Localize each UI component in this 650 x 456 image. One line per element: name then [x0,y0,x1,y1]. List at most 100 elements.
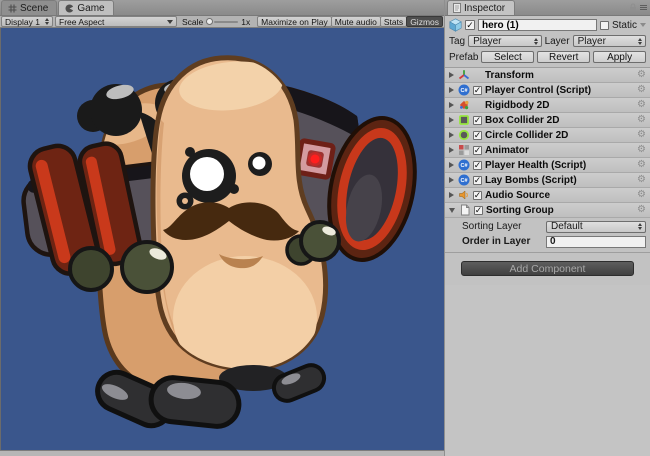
right-eye [248,152,272,176]
component-row-rigidbody-2d[interactable]: Rigidbody 2D ⚙ [445,98,650,113]
sorting-layer-dropdown[interactable]: Default [546,221,646,233]
component-row-sorting-group[interactable]: ✓ Sorting Group ⚙ [445,203,650,218]
prefab-revert-button[interactable]: Revert [537,51,590,63]
display-dropdown[interactable]: Display 1 [1,16,53,27]
updown-arrows-icon [638,38,642,45]
add-component-button[interactable]: Add Component [461,261,634,276]
tag-dropdown[interactable]: Player [468,35,541,47]
layer-dropdown[interactable]: Player [573,35,646,47]
order-in-layer-field[interactable]: 0 [546,236,646,248]
check-icon: ✓ [466,21,474,30]
scale-slider: Scale 1x [182,17,250,27]
component-row-animator[interactable]: ✓ Animator ⚙ [445,143,650,158]
rigidbody-2d-icon [457,99,470,112]
active-checkbox[interactable]: ✓ [465,20,475,30]
component-row-player-control[interactable]: C# ✓ Player Control (Script) ⚙ [445,83,650,98]
scale-slider-track[interactable] [214,21,238,23]
updown-arrows-icon [638,223,642,230]
game-viewport[interactable] [0,28,444,450]
prefab-apply-button[interactable]: Apply [593,51,646,63]
component-enabled-checkbox[interactable]: ✓ [473,146,482,155]
foldout-arrow-icon[interactable] [449,102,454,108]
menu-icon[interactable] [640,5,647,10]
foldout-arrow-icon[interactable] [449,132,454,138]
prefab-row: Prefab Select Revert Apply [449,50,646,64]
stats-button[interactable]: Stats [380,16,407,27]
gear-icon[interactable]: ⚙ [637,190,646,200]
chevron-down-icon [167,20,173,24]
component-enabled-checkbox[interactable]: ✓ [473,86,482,95]
tab-inspector[interactable]: Inspector [447,0,515,15]
gear-icon[interactable]: ⚙ [637,115,646,125]
foldout-arrow-icon[interactable] [449,192,454,198]
gear-icon[interactable]: ⚙ [637,175,646,185]
component-enabled-checkbox[interactable]: ✓ [473,116,482,125]
component-row-box-collider-2d[interactable]: ✓ Box Collider 2D ⚙ [445,113,650,128]
scale-slider-knob[interactable] [206,18,213,25]
check-icon: ✓ [474,86,482,95]
tag-layer-row: Tag Player Layer Player [449,34,646,48]
static-label: Static [612,20,637,31]
check-icon: ✓ [474,131,482,140]
aspect-dropdown[interactable]: Free Aspect [55,16,177,27]
gameobject-name-field[interactable]: hero (1) [478,19,597,31]
component-enabled-checkbox[interactable]: ✓ [473,176,482,185]
foldout-arrow-icon[interactable] [449,177,454,183]
check-icon: ✓ [474,191,482,200]
component-row-transform[interactable]: Transform ⚙ [445,68,650,83]
static-dropdown-icon[interactable] [640,23,646,27]
game-tabbar: Scene Game [0,0,444,16]
tab-scene[interactable]: Scene [1,0,57,15]
mute-audio-button[interactable]: Mute audio [331,16,381,27]
component-enabled-checkbox[interactable]: ✓ [473,131,482,140]
tab-game-label: Game [77,3,104,14]
scale-label: Scale [182,17,203,27]
display-dropdown-value: Display 1 [5,17,40,27]
foldout-arrow-icon[interactable] [449,208,455,213]
component-row-player-health[interactable]: C# ✓ Player Health (Script) ⚙ [445,158,650,173]
foldout-arrow-icon[interactable] [449,117,454,123]
foldout-arrow-icon[interactable] [449,87,454,93]
inspector-panel: Inspector ✓ hero (1) Static [444,0,650,456]
lock-icon[interactable] [629,3,637,12]
component-row-audio-source[interactable]: ✓ Audio Source ⚙ [445,188,650,203]
gear-icon[interactable]: ⚙ [637,70,646,80]
gizmos-button[interactable]: Gizmos [406,16,443,27]
component-enabled-checkbox[interactable]: ✓ [473,161,482,170]
inspector-tabbar: Inspector [445,0,650,16]
transform-icon [457,69,470,82]
order-in-layer-label: Order in Layer [462,236,542,247]
component-row-lay-bombs[interactable]: C# ✓ Lay Bombs (Script) ⚙ [445,173,650,188]
bazooka-emblem [296,140,333,177]
foldout-arrow-icon[interactable] [449,147,454,153]
check-icon: ✓ [474,176,482,185]
check-icon: ✓ [474,161,482,170]
component-enabled-checkbox[interactable]: ✓ [474,206,483,215]
maximize-on-play-button[interactable]: Maximize on Play [257,16,332,27]
game-toolbar: Display 1 Free Aspect Scale 1x Maximize … [0,16,444,28]
svg-text:C#: C# [460,178,467,184]
component-row-circle-collider-2d[interactable]: ✓ Circle Collider 2D ⚙ [445,128,650,143]
game-render [1,28,444,450]
foldout-arrow-icon[interactable] [449,72,454,78]
audio-source-icon [457,189,470,202]
gear-icon[interactable]: ⚙ [637,160,646,170]
gear-icon[interactable]: ⚙ [637,85,646,95]
aspect-dropdown-value: Free Aspect [59,17,104,27]
foldout-arrow-icon[interactable] [449,162,454,168]
component-enabled-checkbox[interactable]: ✓ [473,191,482,200]
gear-icon[interactable]: ⚙ [637,145,646,155]
tab-game[interactable]: Game [58,0,113,15]
gear-icon[interactable]: ⚙ [637,205,646,215]
csharp-script-icon: C# [457,159,470,172]
static-checkbox[interactable] [600,21,609,30]
tag-label: Tag [449,36,465,47]
scene-grid-icon [8,4,17,13]
component-footer: Add Component [445,252,650,285]
gear-icon[interactable]: ⚙ [637,130,646,140]
scale-value: 1x [241,17,250,27]
gear-icon[interactable]: ⚙ [637,100,646,110]
prefab-select-button[interactable]: Select [481,51,534,63]
inspector-empty-area [445,285,650,456]
game-panel-bottom-edge [0,450,444,456]
